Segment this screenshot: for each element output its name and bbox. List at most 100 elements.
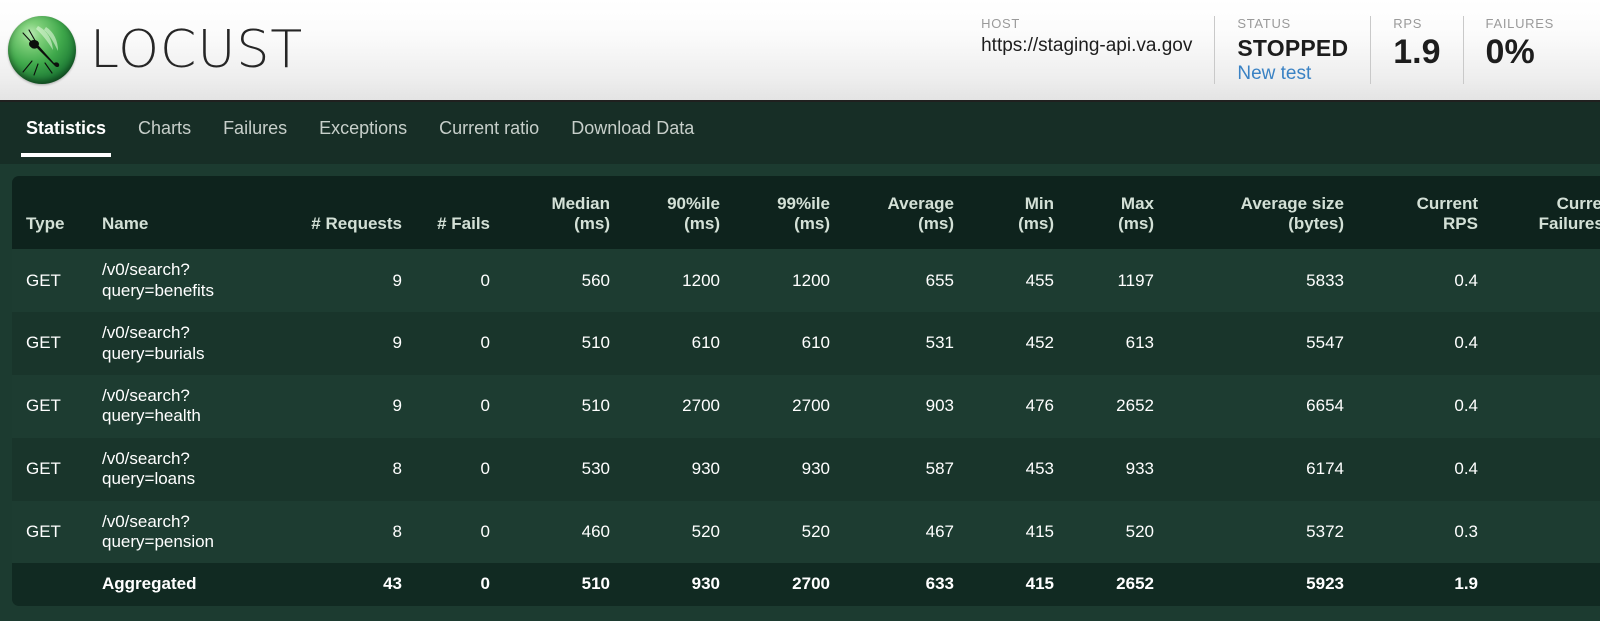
cell-aggregated-p99: 2700 xyxy=(734,563,844,605)
cell-fails: 0 xyxy=(416,375,504,438)
tab-charts[interactable]: Charts xyxy=(122,102,207,139)
status-block: STATUS STOPPED New test xyxy=(1214,16,1370,84)
cell-requests: 9 xyxy=(288,312,416,375)
new-test-link[interactable]: New test xyxy=(1237,63,1348,85)
table-row[interactable]: GET/v0/search? query=burials905106106105… xyxy=(12,312,1600,375)
cell-current_rps: 0.4 xyxy=(1358,249,1492,312)
cell-aggregated-avg_size: 5923 xyxy=(1168,563,1358,605)
cell-p90: 1200 xyxy=(624,249,734,312)
status-summary: HOST https://staging-api.va.gov STATUS S… xyxy=(959,16,1600,84)
column-header[interactable]: Average (ms) xyxy=(844,176,968,249)
tab-download-data[interactable]: Download Data xyxy=(555,102,710,139)
table-body: GET/v0/search? query=benefits90560120012… xyxy=(12,249,1600,605)
column-header[interactable]: Current Failures/s xyxy=(1492,176,1600,249)
cell-type: GET xyxy=(12,249,88,312)
table-header-row: TypeName# Requests# FailsMedian (ms)90%i… xyxy=(12,176,1600,249)
failures-value: 0% xyxy=(1486,35,1554,71)
cell-aggregated-median: 510 xyxy=(504,563,624,605)
table-row[interactable]: GET/v0/search? query=health9051027002700… xyxy=(12,375,1600,438)
failures-block: FAILURES 0% xyxy=(1463,16,1576,84)
host-label: HOST xyxy=(981,16,1192,31)
tab-statistics[interactable]: Statistics xyxy=(10,102,122,139)
cell-p99: 2700 xyxy=(734,375,844,438)
cell-aggregated-p90: 930 xyxy=(624,563,734,605)
cell-current_failures: 0 xyxy=(1492,249,1600,312)
table-row-aggregated[interactable]: Aggregated4305109302700633415265259231.9… xyxy=(12,563,1600,605)
cell-current_rps: 0.4 xyxy=(1358,438,1492,501)
cell-min: 452 xyxy=(968,312,1068,375)
rps-label: RPS xyxy=(1393,16,1440,31)
column-header[interactable]: Min (ms) xyxy=(968,176,1068,249)
statistics-table: TypeName# Requests# FailsMedian (ms)90%i… xyxy=(12,176,1600,606)
status-label: STATUS xyxy=(1237,16,1348,31)
cell-current_rps: 0.4 xyxy=(1358,312,1492,375)
cell-current_rps: 0.4 xyxy=(1358,375,1492,438)
cell-average: 531 xyxy=(844,312,968,375)
cell-avg_size: 5833 xyxy=(1168,249,1358,312)
column-header[interactable]: Type xyxy=(12,176,88,249)
cell-p99: 930 xyxy=(734,438,844,501)
cell-average: 655 xyxy=(844,249,968,312)
table-row[interactable]: GET/v0/search? query=benefits90560120012… xyxy=(12,249,1600,312)
tab-exceptions[interactable]: Exceptions xyxy=(303,102,423,139)
cell-p99: 610 xyxy=(734,312,844,375)
cell-requests: 9 xyxy=(288,375,416,438)
cell-fails: 0 xyxy=(416,438,504,501)
cell-average: 903 xyxy=(844,375,968,438)
column-header[interactable]: 90%ile (ms) xyxy=(624,176,734,249)
cell-max: 1197 xyxy=(1068,249,1168,312)
main-tabs: StatisticsChartsFailuresExceptionsCurren… xyxy=(0,102,1600,164)
column-header[interactable]: Median (ms) xyxy=(504,176,624,249)
cell-min: 476 xyxy=(968,375,1068,438)
cell-type: GET xyxy=(12,438,88,501)
cell-median: 510 xyxy=(504,375,624,438)
cell-fails: 0 xyxy=(416,312,504,375)
cell-avg_size: 5547 xyxy=(1168,312,1358,375)
cell-median: 510 xyxy=(504,312,624,375)
cell-min: 453 xyxy=(968,438,1068,501)
column-header[interactable]: Current RPS xyxy=(1358,176,1492,249)
column-header[interactable]: Average size (bytes) xyxy=(1168,176,1358,249)
cell-avg_size: 6654 xyxy=(1168,375,1358,438)
column-header[interactable]: # Fails xyxy=(416,176,504,249)
cell-name: /v0/search?query=loans xyxy=(88,438,288,501)
cell-average: 467 xyxy=(844,501,968,564)
cell-name: /v0/search? query=health xyxy=(88,375,288,438)
cell-type: GET xyxy=(12,312,88,375)
cell-p90: 930 xyxy=(624,438,734,501)
cell-max: 2652 xyxy=(1068,375,1168,438)
host-value: https://staging-api.va.gov xyxy=(981,35,1192,57)
column-header[interactable]: Name xyxy=(88,176,288,249)
cell-average: 587 xyxy=(844,438,968,501)
cell-max: 520 xyxy=(1068,501,1168,564)
tab-failures[interactable]: Failures xyxy=(207,102,303,139)
column-header[interactable]: 99%ile (ms) xyxy=(734,176,844,249)
cell-aggregated-current_rps: 1.9 xyxy=(1358,563,1492,605)
cell-current_failures: 0 xyxy=(1492,501,1600,564)
cell-avg_size: 5372 xyxy=(1168,501,1358,564)
cell-median: 530 xyxy=(504,438,624,501)
cell-p99: 520 xyxy=(734,501,844,564)
rps-block: RPS 1.9 xyxy=(1370,16,1462,84)
cell-median: 560 xyxy=(504,249,624,312)
host-block: HOST https://staging-api.va.gov xyxy=(959,16,1214,84)
locust-sphere-logo-icon xyxy=(8,16,76,84)
table-row[interactable]: GET/v0/search? query=pension804605205204… xyxy=(12,501,1600,564)
cell-max: 613 xyxy=(1068,312,1168,375)
table-header: TypeName# Requests# FailsMedian (ms)90%i… xyxy=(12,176,1600,249)
cell-type: GET xyxy=(12,375,88,438)
cell-fails: 0 xyxy=(416,501,504,564)
column-header[interactable]: # Requests xyxy=(288,176,416,249)
cell-requests: 8 xyxy=(288,438,416,501)
column-header[interactable]: Max (ms) xyxy=(1068,176,1168,249)
status-value: STOPPED xyxy=(1237,35,1348,62)
tab-current-ratio[interactable]: Current ratio xyxy=(423,102,555,139)
table-row[interactable]: GET/v0/search?query=loans805309309305874… xyxy=(12,438,1600,501)
cell-p99: 1200 xyxy=(734,249,844,312)
app-header: LOCUST HOST https://staging-api.va.gov S… xyxy=(0,0,1600,102)
cell-type: GET xyxy=(12,501,88,564)
statistics-panel: TypeName# Requests# FailsMedian (ms)90%i… xyxy=(0,164,1600,621)
cell-max: 933 xyxy=(1068,438,1168,501)
cell-p90: 610 xyxy=(624,312,734,375)
cell-requests: 8 xyxy=(288,501,416,564)
